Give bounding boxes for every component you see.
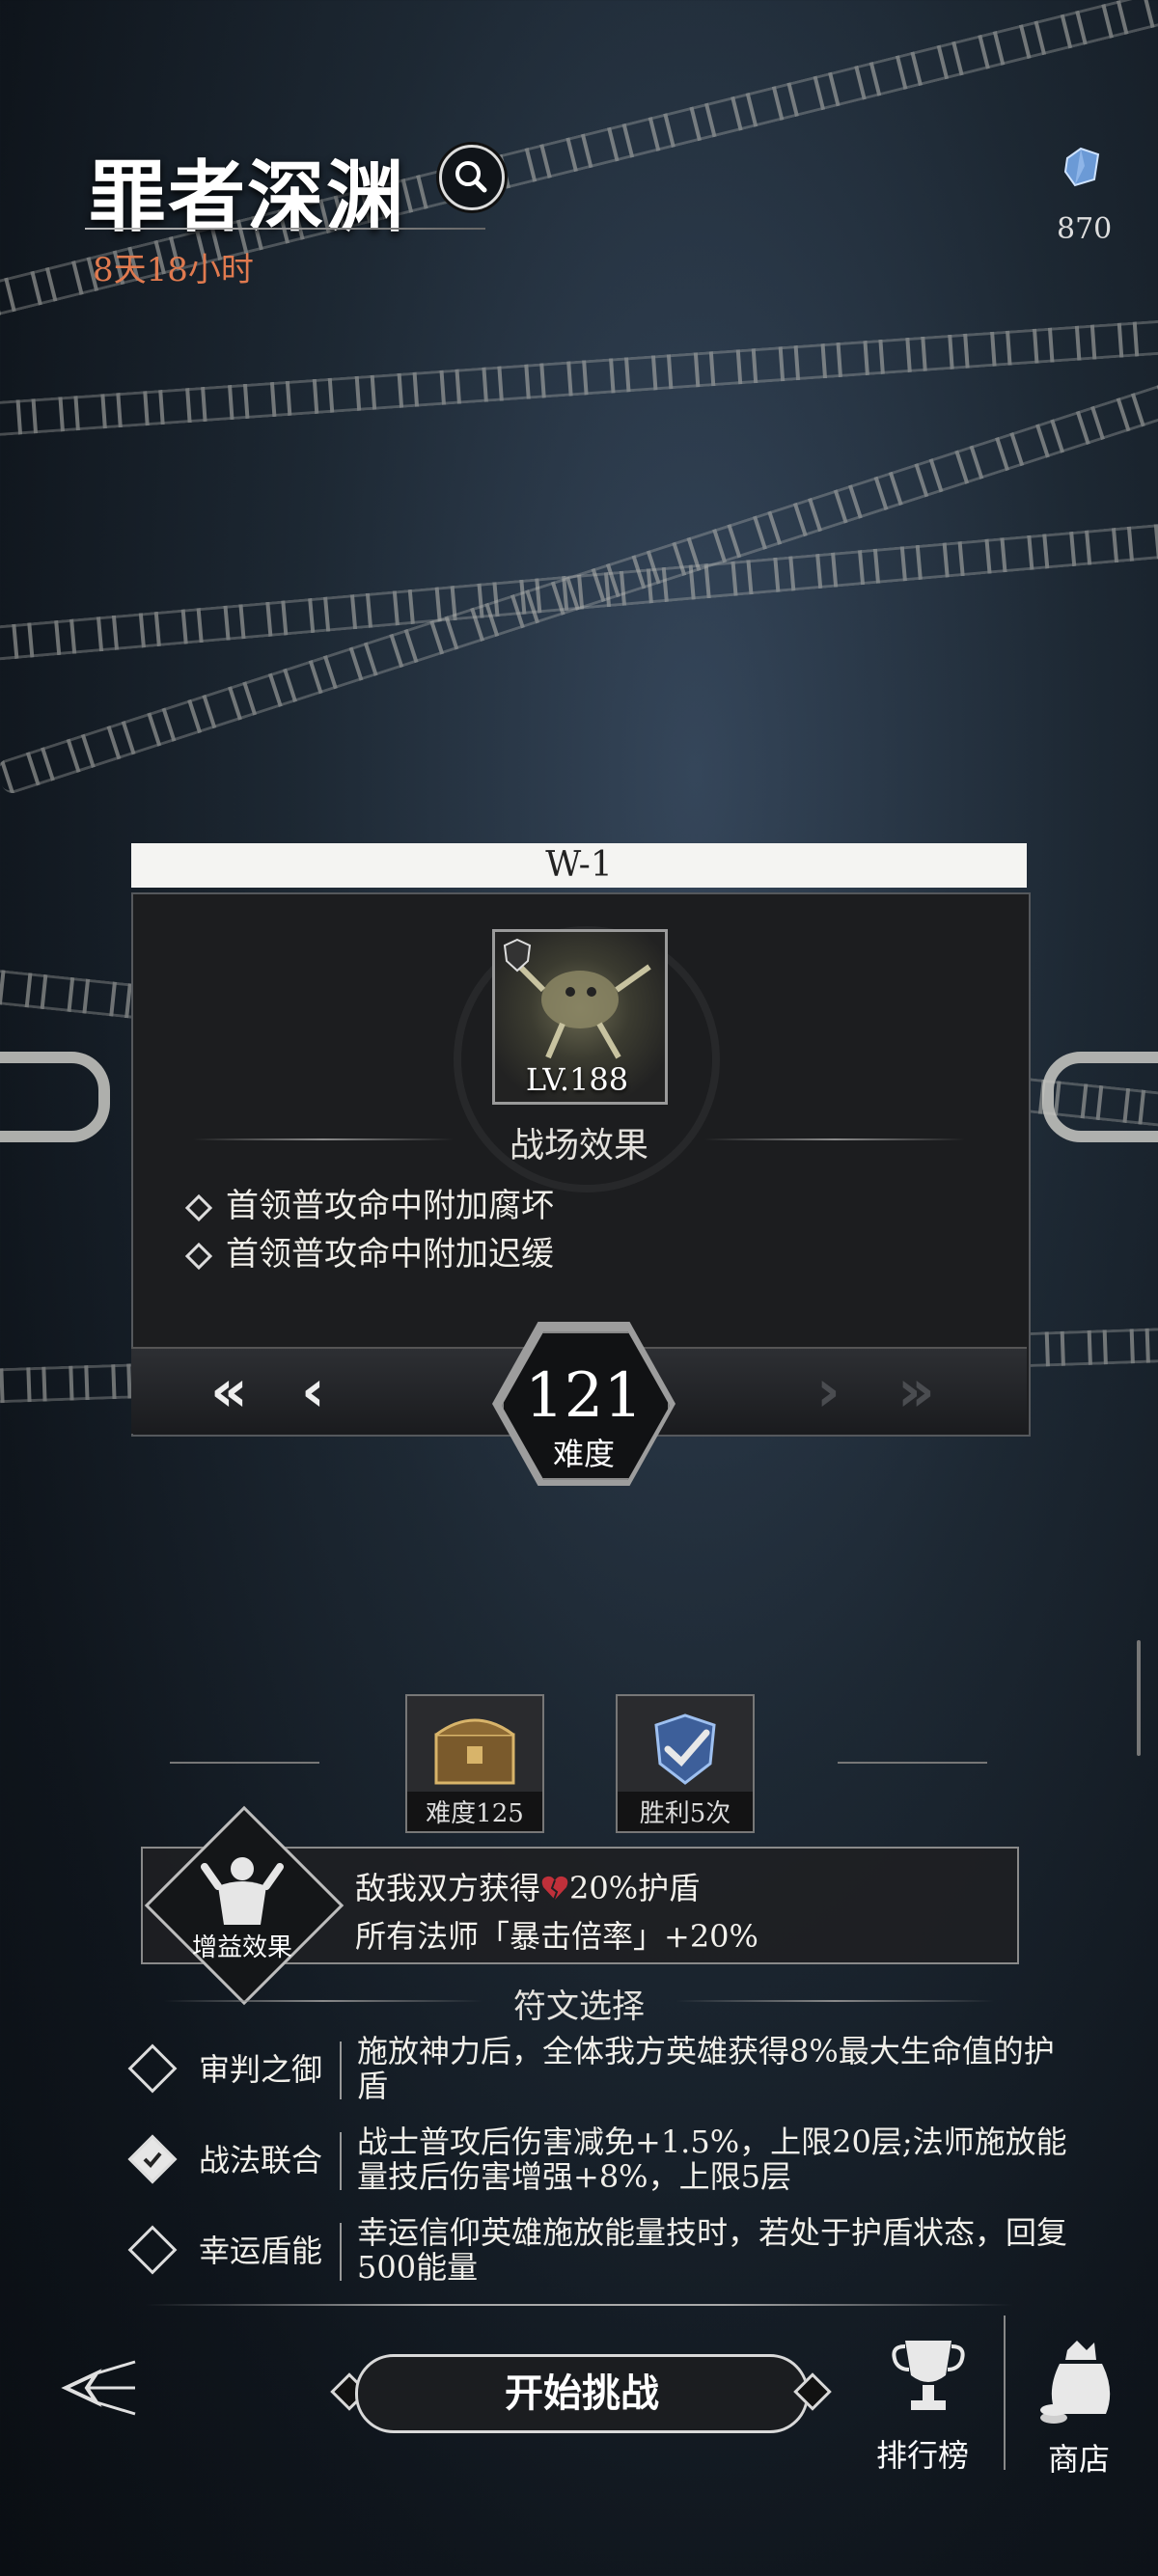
bg-chain-link	[0, 1052, 110, 1142]
buff-label: 增益效果	[191, 1933, 292, 1962]
rune-checkbox[interactable]	[127, 2225, 178, 2275]
title-divider	[85, 228, 485, 230]
reward-label: 胜利5次	[618, 1792, 753, 1831]
rune-separator	[340, 2042, 342, 2099]
buff-line-2: 所有法师「暴击倍率」+20%	[355, 1918, 758, 1955]
rune-divider-left	[164, 2000, 482, 2002]
effects-divider-right	[704, 1138, 965, 1140]
bg-chain-link	[1042, 1052, 1158, 1142]
leaderboard-trophy-icon[interactable]	[888, 2333, 969, 2414]
bullet-icon	[184, 1193, 213, 1222]
shop-label[interactable]: 商店	[1048, 2435, 1110, 2480]
back-arrow-icon	[61, 2360, 136, 2416]
reward-divider-right	[838, 1762, 987, 1764]
start-challenge-button[interactable]: 开始挑战	[355, 2354, 809, 2433]
check-icon	[143, 2151, 162, 2168]
stage-name: W-1	[131, 843, 1027, 888]
buff-line-1: 敌我双方获得 20%护盾	[355, 1870, 701, 1906]
rune-description: 战士普攻后伤害减免+1.5%，上限20层;法师施放能量技后伤害增强+8%，上限5…	[357, 2124, 1067, 2195]
rune-separator	[340, 2132, 342, 2190]
page-title: 罪者深渊	[89, 151, 405, 242]
difficulty-label: 难度	[552, 1436, 615, 1472]
rune-description: 施放神力后，全体我方英雄获得8%最大生命值的护盾	[357, 2033, 1055, 2104]
rune-checkbox-checked[interactable]	[127, 2134, 178, 2184]
effects-divider-left	[193, 1138, 454, 1140]
reward-divider-left	[170, 1762, 319, 1764]
bottom-separator	[1004, 2316, 1006, 2470]
effects-title: 战场效果	[509, 1126, 648, 1165]
rune-divider-right	[676, 2000, 994, 2002]
double-chevron-left-icon[interactable]: «	[210, 1362, 248, 1420]
shield-badge-icon	[503, 938, 532, 973]
crystal-icon	[1060, 145, 1104, 189]
rune-option[interactable]: 审判之御 施放神力后，全体我方英雄获得8%最大生命值的护盾	[125, 2034, 1071, 2111]
battle-effect: 首领普攻命中附加迟缓	[184, 1227, 554, 1274]
boss-level: LV.188	[525, 1061, 629, 1098]
chevron-right-icon[interactable]: ›	[816, 1362, 841, 1420]
leaderboard-label[interactable]: 排行榜	[876, 2431, 969, 2476]
bg-chain	[0, 317, 1158, 440]
broken-heart-icon	[541, 1876, 568, 1901]
reward-difficulty[interactable]: 难度125	[405, 1694, 544, 1833]
scrollbar[interactable]	[1137, 1640, 1141, 1756]
battle-effect: 首领普攻命中附加腐坏	[184, 1179, 554, 1226]
currency-count: 870	[1057, 212, 1113, 246]
search-icon	[455, 161, 487, 193]
reward-victory[interactable]: 胜利5次	[616, 1694, 755, 1833]
rune-name: 审判之御	[199, 2051, 323, 2088]
rune-option[interactable]: 幸运盾能 幸运信仰英雄施放能量技时，若处于护盾状态，回复500能量	[125, 2215, 1071, 2292]
rune-separator	[340, 2223, 342, 2281]
shop-bag-icon[interactable]	[1033, 2333, 1129, 2429]
victory-check-icon	[654, 1713, 716, 1785]
bg-chain	[0, 375, 1158, 797]
event-timer: 8天18小时	[93, 251, 254, 289]
search-button[interactable]	[439, 145, 505, 210]
rune-description: 幸运信仰英雄施放能量技时，若处于护盾状态，回复500能量	[357, 2214, 1068, 2286]
double-chevron-right-icon[interactable]: »	[897, 1362, 935, 1420]
bottom-divider	[145, 2304, 1013, 2306]
reward-label: 难度125	[407, 1792, 542, 1831]
treasure-chest-icon	[434, 1718, 515, 1785]
rune-checkbox[interactable]	[127, 2043, 178, 2094]
rune-name: 幸运盾能	[199, 2233, 323, 2269]
rune-title: 符文选择	[513, 1987, 645, 2026]
rune-option[interactable]: 战法联合 战士普攻后伤害减免+1.5%，上限20层;法师施放能量技后伤害增强+8…	[125, 2124, 1071, 2202]
bullet-icon	[184, 1242, 213, 1271]
difficulty-value: 121	[524, 1360, 644, 1432]
back-button[interactable]	[58, 2354, 145, 2431]
chevron-left-icon[interactable]: ‹	[301, 1362, 325, 1420]
strongman-icon	[201, 1857, 284, 1925]
rune-name: 战法联合	[199, 2142, 323, 2179]
